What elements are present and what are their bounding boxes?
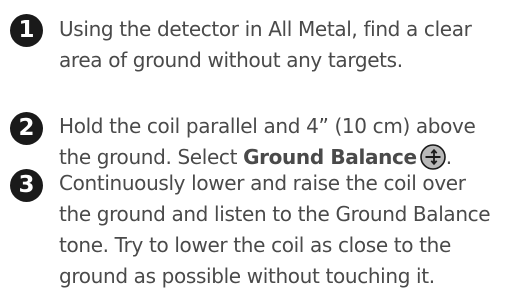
- ground-balance-icon: [419, 143, 446, 170]
- step-number-badge: 3: [10, 169, 43, 202]
- step-text-line: area of ground without any targets.: [59, 48, 403, 72]
- step-text-suffix: .: [445, 145, 452, 169]
- step-text-line: tone. Try to lower the coil as close to …: [59, 233, 451, 257]
- step-number-badge: 2: [10, 112, 43, 145]
- step-text-line: Using the detector in All Metal, find a …: [59, 17, 472, 41]
- step-text: Continuously lower and raise the coil ov…: [59, 168, 507, 292]
- step-text-line: ground as possible without touching it.: [59, 264, 435, 288]
- ground-balance-label: Ground Balance: [243, 145, 417, 169]
- step-text: Using the detector in All Metal, find a …: [59, 14, 507, 76]
- step-text: Hold the coil parallel and 4” (10 cm) ab…: [59, 111, 507, 173]
- step-number-badge: 1: [10, 14, 43, 47]
- step-text-line: Continuously lower and raise the coil ov…: [59, 171, 466, 195]
- step-text-line: Hold the coil parallel and 4” (10 cm) ab…: [59, 114, 476, 138]
- step-text-line: the ground and listen to the Ground Bala…: [59, 202, 491, 226]
- step-text-prefix: the ground. Select: [59, 145, 244, 169]
